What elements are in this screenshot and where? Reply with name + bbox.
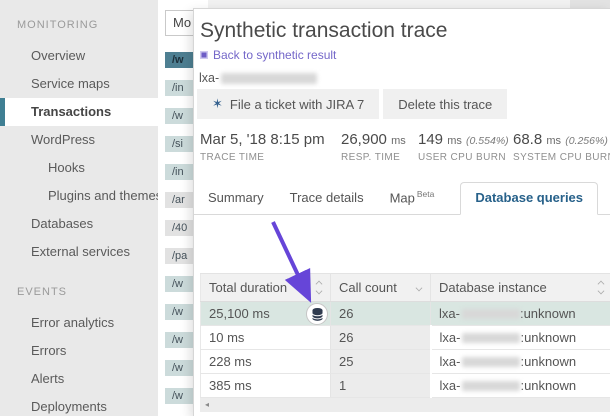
sort-desc-icon[interactable] <box>416 284 423 291</box>
background-page-strip <box>570 0 610 8</box>
table-row[interactable]: 10 ms 26 lxa-:unknown <box>201 326 610 350</box>
stat-user-cpu-burn: 149 ms (0.554%) USER CPU BURN <box>418 131 513 163</box>
trace-dialog: Synthetic transaction trace Back to synt… <box>193 8 610 416</box>
sidebar-section-events: EVENTS Error analytics Errors Alerts Dep… <box>0 281 158 416</box>
stat-label: RESP. TIME <box>341 152 418 163</box>
sidebar-item-errors[interactable]: Errors <box>0 337 158 365</box>
stat-resp-time: 26,900 ms RESP. TIME <box>341 131 418 163</box>
cell-database-instance: lxa-:unknown <box>431 350 610 374</box>
sidebar-item-hooks[interactable]: Hooks <box>0 154 158 182</box>
stat-label: USER CPU BURN <box>418 152 513 163</box>
cell-duration: 228 ms <box>201 350 331 374</box>
delete-trace-button[interactable]: Delete this trace <box>383 89 507 119</box>
redacted-instance <box>462 381 520 391</box>
column-call-count[interactable]: Call count <box>331 274 431 302</box>
trace-tabs: Summary Trace details MapBeta Database q… <box>194 185 610 215</box>
trace-stats: Mar 5, '18 8:15 pm TRACE TIME 26,900 ms … <box>200 131 610 163</box>
sidebar-item-external-services[interactable]: External services <box>0 238 158 266</box>
sidebar-item-error-analytics[interactable]: Error analytics <box>0 309 158 337</box>
cell-call-count: 26 <box>331 302 431 326</box>
stat-value: 149 ms (0.554%) <box>418 131 513 148</box>
back-square-icon <box>200 51 208 59</box>
cell-database-instance: lxa-:unknown <box>431 302 610 326</box>
page-title: Synthetic transaction trace <box>200 19 447 43</box>
column-database-instance[interactable]: Database instance <box>431 274 610 302</box>
stat-system-cpu-burn: 68.8 ms (0.256%) SYSTEM CPU BURN <box>513 131 610 163</box>
tab-summary[interactable]: Summary <box>208 183 264 214</box>
cell-duration: 25,100 ms <box>201 302 331 326</box>
cell-call-count: 1 <box>331 374 431 398</box>
tab-database-queries[interactable]: Database queries <box>460 182 598 215</box>
jira-button-label: File a ticket with JIRA 7 <box>230 97 364 112</box>
cell-duration: 10 ms <box>201 326 331 350</box>
delete-button-label: Delete this trace <box>398 97 492 112</box>
column-total-duration[interactable]: Total duration <box>201 274 331 302</box>
table-row[interactable]: 228 ms 25 lxa-:unknown <box>201 350 610 374</box>
sort-icon[interactable] <box>598 281 604 294</box>
stat-value: Mar 5, '18 8:15 pm <box>200 131 341 148</box>
action-buttons: ✶ File a ticket with JIRA 7 Delete this … <box>197 89 507 119</box>
table-row[interactable]: 385 ms 1 lxa-:unknown <box>201 374 610 398</box>
trace-host-id: lxa- <box>199 71 317 85</box>
sidebar-header-monitoring: MONITORING <box>0 14 158 42</box>
jira-star-icon: ✶ <box>212 96 223 112</box>
stat-value: 26,900 ms <box>341 131 418 148</box>
cell-database-instance: lxa-:unknown <box>431 374 610 398</box>
scroll-left-arrow-icon[interactable]: ◂ <box>205 399 209 411</box>
table-row[interactable]: 25,100 ms 26 lxa-:unknown <box>201 302 610 326</box>
redacted-instance <box>462 357 520 367</box>
sidebar-item-deployments[interactable]: Deployments <box>0 393 158 416</box>
back-link-label: Back to synthetic result <box>213 48 336 62</box>
stat-trace-time: Mar 5, '18 8:15 pm TRACE TIME <box>200 131 341 163</box>
tab-trace-details[interactable]: Trace details <box>290 183 364 214</box>
back-to-synthetic-link[interactable]: Back to synthetic result <box>200 48 336 62</box>
sidebar-item-alerts[interactable]: Alerts <box>0 365 158 393</box>
stat-label: TRACE TIME <box>200 152 341 163</box>
cell-duration: 385 ms <box>201 374 331 398</box>
sidebar-item-transactions[interactable]: Transactions <box>0 98 158 126</box>
sidebar-item-databases[interactable]: Databases <box>0 210 158 238</box>
trace-id-prefix: lxa- <box>199 71 219 85</box>
sidebar: MONITORING Overview Service maps Transac… <box>0 0 158 416</box>
redacted-instance <box>462 333 520 343</box>
redacted-instance <box>462 309 520 319</box>
table-header-row: Total duration Call count Database insta… <box>201 274 610 302</box>
cell-call-count: 26 <box>331 326 431 350</box>
sidebar-item-service-maps[interactable]: Service maps <box>0 70 158 98</box>
file-jira-ticket-button[interactable]: ✶ File a ticket with JIRA 7 <box>197 89 379 119</box>
cell-database-instance: lxa-:unknown <box>431 326 610 350</box>
database-icon[interactable] <box>306 303 328 325</box>
sort-icon[interactable] <box>316 281 322 294</box>
cell-call-count: 25 <box>331 350 431 374</box>
stat-label: SYSTEM CPU BURN <box>513 152 610 163</box>
horizontal-scrollbar[interactable]: ◂ <box>200 398 610 412</box>
beta-badge: Beta <box>417 189 435 199</box>
sidebar-section-monitoring: MONITORING Overview Service maps Transac… <box>0 14 158 266</box>
sidebar-item-wordpress[interactable]: WordPress <box>0 126 158 154</box>
sidebar-item-plugins-themes[interactable]: Plugins and themes <box>0 182 158 210</box>
tab-map[interactable]: MapBeta <box>390 182 435 214</box>
database-queries-table: Total duration Call count Database insta… <box>200 273 610 398</box>
sidebar-header-events: EVENTS <box>0 281 158 309</box>
sidebar-item-overview[interactable]: Overview <box>0 42 158 70</box>
app-window: MONITORING Overview Service maps Transac… <box>0 0 610 416</box>
redacted-host-name <box>221 73 317 84</box>
stat-value: 68.8 ms (0.256%) <box>513 131 610 148</box>
